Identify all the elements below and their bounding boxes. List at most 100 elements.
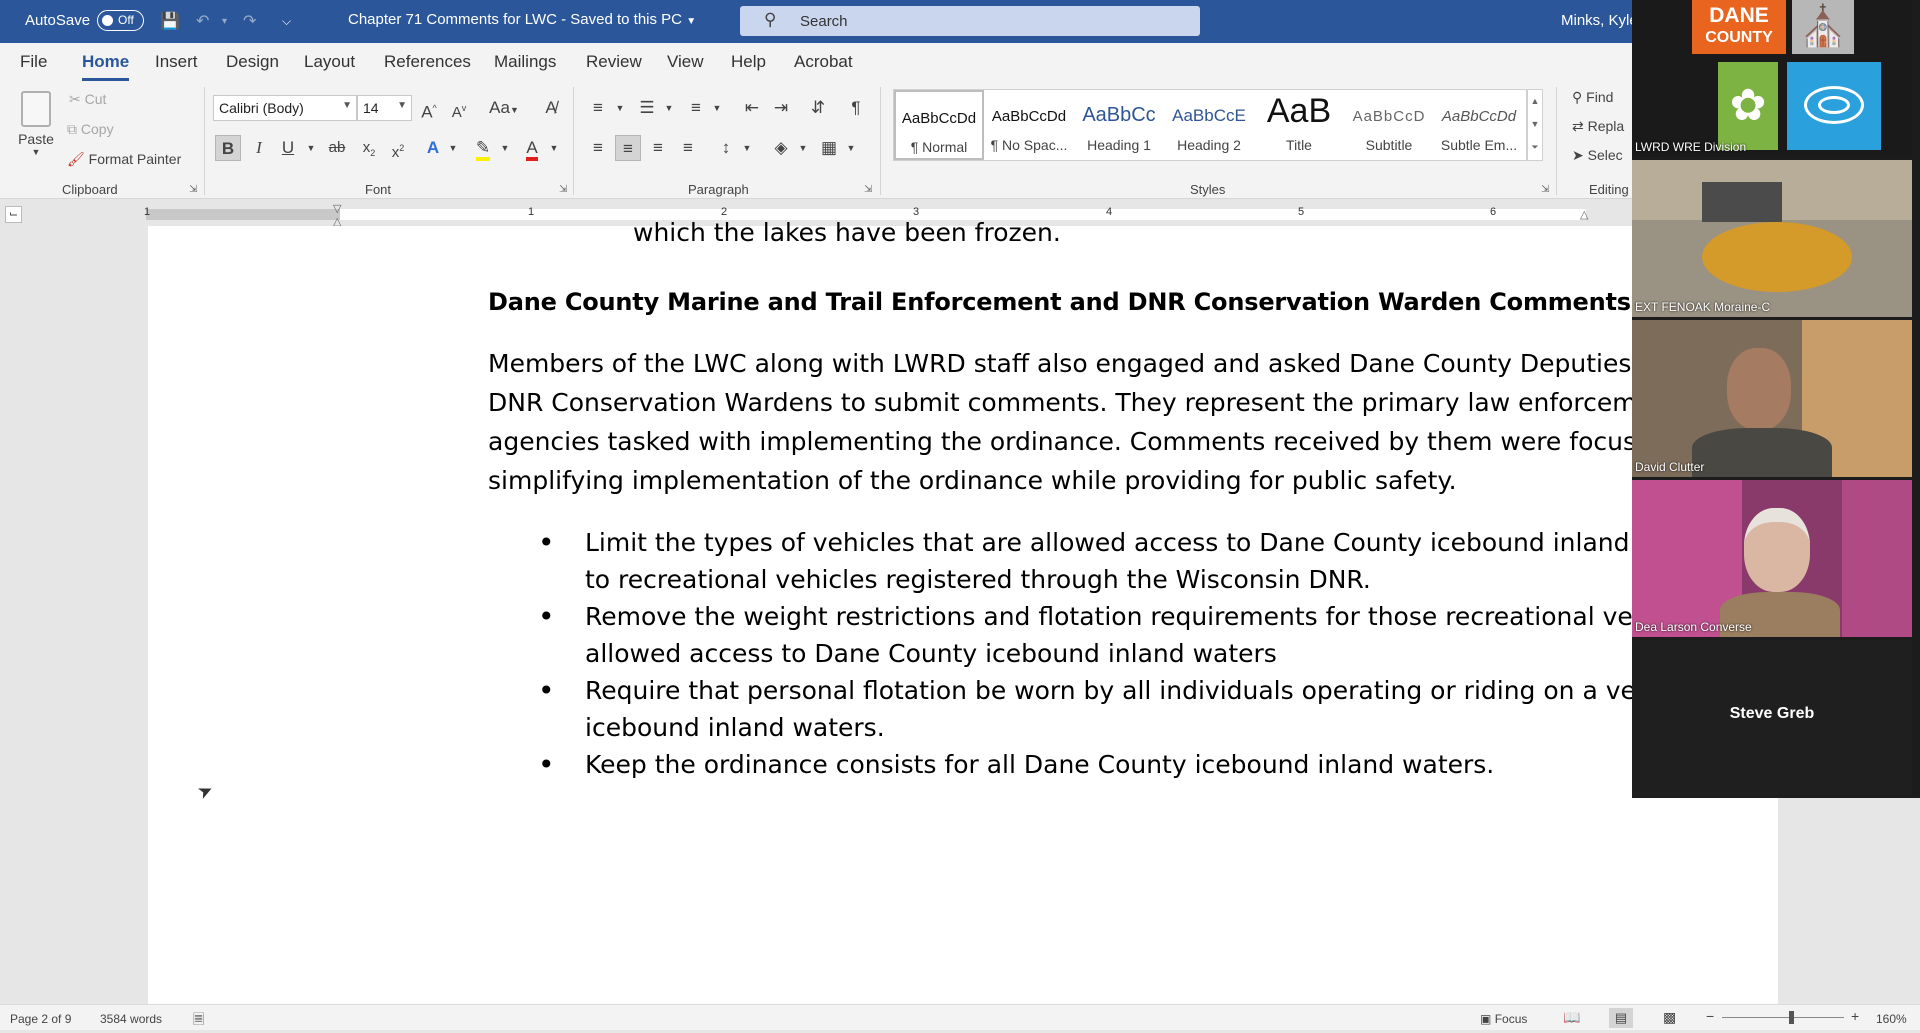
- tab-layout[interactable]: Layout: [304, 52, 355, 72]
- list-item: Require that personal flotation be worn …: [488, 672, 1738, 746]
- style-subtle-emphasis[interactable]: AaBbCcDd Subtle Em...: [1434, 90, 1524, 160]
- chevron-down-icon[interactable]: ▼: [541, 135, 567, 161]
- cut-button[interactable]: ✂ Cut: [69, 91, 106, 108]
- participant-body: [1692, 428, 1832, 477]
- paste-button[interactable]: Paste ▼: [14, 87, 58, 175]
- read-mode-icon[interactable]: 📖: [1563, 1009, 1580, 1026]
- tab-view[interactable]: View: [667, 52, 704, 72]
- chevron-down-icon[interactable]: ▼: [790, 135, 816, 161]
- undo-icon[interactable]: ↶: [196, 11, 209, 31]
- shrink-font-icon[interactable]: Av: [446, 95, 472, 121]
- customize-toolbar-icon[interactable]: ⌵: [282, 14, 291, 29]
- page-count[interactable]: Page 2 of 9: [10, 1012, 71, 1026]
- align-left-icon[interactable]: ≡: [585, 135, 611, 161]
- font-size-select[interactable]: 14 ▼: [357, 95, 412, 121]
- document-page[interactable]: which the lakes have been frozen. Dane C…: [148, 218, 1778, 1004]
- superscript-button[interactable]: x2: [385, 135, 411, 161]
- participant-name: EXT FENOAK Moraine-C: [1635, 300, 1771, 314]
- chevron-down-icon[interactable]: ▼: [440, 135, 466, 161]
- italic-button[interactable]: I: [246, 135, 272, 161]
- redo-icon[interactable]: ↷: [243, 11, 256, 31]
- chevron-down-icon[interactable]: ▼: [298, 135, 324, 161]
- tab-mailings[interactable]: Mailings: [494, 52, 556, 72]
- clipboard-launcher-icon[interactable]: ⇲: [189, 184, 197, 195]
- replace-button[interactable]: ⇄ Repla: [1572, 118, 1624, 135]
- font-launcher-icon[interactable]: ⇲: [559, 184, 567, 195]
- bold-button[interactable]: B: [215, 135, 241, 161]
- chevron-down-icon[interactable]: ▼: [1528, 113, 1542, 136]
- zoom-level[interactable]: 160%: [1876, 1012, 1907, 1026]
- zoom-in-icon[interactable]: +: [1851, 1008, 1859, 1024]
- style-no-spacing[interactable]: AaBbCcDd ¶ No Spac...: [984, 90, 1074, 160]
- style-name: Heading 1: [1087, 137, 1151, 153]
- chevron-down-icon[interactable]: ▼: [838, 135, 864, 161]
- clear-formatting-icon[interactable]: A̸: [538, 95, 564, 121]
- chevron-down-icon[interactable]: ▼: [492, 135, 518, 161]
- indent-marker-icon[interactable]: ▽ △: [333, 202, 341, 228]
- participant-tile[interactable]: Dea Larson Converse: [1632, 480, 1912, 637]
- zoom-out-icon[interactable]: −: [1706, 1008, 1714, 1024]
- cursor-icon: ➤: [1572, 147, 1584, 163]
- increase-indent-icon[interactable]: ⇥: [768, 95, 794, 121]
- strikethrough-button[interactable]: ab: [324, 135, 350, 161]
- tab-file[interactable]: File: [20, 52, 47, 72]
- style-heading-1[interactable]: AaBbCc Heading 1: [1074, 90, 1164, 160]
- styles-gallery-scroll[interactable]: ▲ ▼ ⏷: [1527, 89, 1543, 161]
- print-layout-icon[interactable]: ▤: [1609, 1008, 1633, 1028]
- select-button[interactable]: ➤ Selec: [1572, 147, 1623, 164]
- tab-acrobat[interactable]: Acrobat: [794, 52, 853, 72]
- zoom-slider-thumb[interactable]: [1789, 1011, 1794, 1024]
- participant-tile[interactable]: DANE COUNTY ⛪ ✿ LWRD WRE Division: [1632, 0, 1912, 157]
- style-subtitle[interactable]: AaBbCcD Subtitle: [1344, 90, 1434, 160]
- styles-launcher-icon[interactable]: ⇲: [1541, 184, 1549, 195]
- format-painter-button[interactable]: 🖌 Format Painter: [67, 151, 181, 168]
- tab-selector-icon[interactable]: ⌙: [5, 206, 22, 223]
- font-family-select[interactable]: Calibri (Body) ▼: [213, 95, 357, 121]
- chevron-down-icon[interactable]: ▼: [607, 95, 633, 121]
- copy-button[interactable]: ⧉ Copy: [67, 121, 114, 138]
- style-sample: AaB: [1266, 92, 1332, 130]
- find-button[interactable]: ⚲ Find: [1572, 89, 1613, 106]
- cut-label: Cut: [84, 91, 107, 107]
- decrease-indent-icon[interactable]: ⇤: [739, 95, 765, 121]
- user-name[interactable]: Minks, Kyle: [1561, 12, 1638, 29]
- zoom-slider[interactable]: [1722, 1011, 1844, 1024]
- style-normal[interactable]: AaBbCcDd ¶ Normal: [894, 90, 984, 160]
- tab-review[interactable]: Review: [586, 52, 642, 72]
- grow-font-icon[interactable]: A^: [416, 95, 442, 122]
- participant-tile[interactable]: Steve Greb: [1632, 640, 1912, 797]
- search-box[interactable]: ⚲ Search: [740, 6, 1200, 36]
- save-icon[interactable]: 💾: [160, 11, 180, 31]
- tab-help[interactable]: Help: [731, 52, 766, 72]
- tab-design[interactable]: Design: [226, 52, 279, 72]
- autosave-toggle[interactable]: Off: [97, 10, 144, 31]
- participant-tile[interactable]: David Clutter: [1632, 320, 1912, 477]
- style-heading-2[interactable]: AaBbCcE Heading 2: [1164, 90, 1254, 160]
- ruler-number: 2: [721, 206, 728, 218]
- chevron-up-icon[interactable]: ▲: [1528, 90, 1542, 113]
- proofing-icon[interactable]: 🗏: [193, 1009, 204, 1033]
- chevron-down-icon[interactable]: ▼: [704, 95, 730, 121]
- tab-home[interactable]: Home: [82, 52, 130, 81]
- tab-insert[interactable]: Insert: [155, 52, 198, 72]
- focus-button[interactable]: ▣ Focus: [1480, 1012, 1527, 1026]
- chevron-down-icon[interactable]: ▼: [734, 135, 760, 161]
- paragraph-launcher-icon[interactable]: ⇲: [864, 184, 872, 195]
- sort-icon[interactable]: ⇵: [805, 95, 831, 121]
- pilcrow-icon[interactable]: ¶: [843, 95, 869, 121]
- undo-dropdown-icon[interactable]: ▾: [222, 16, 227, 27]
- web-layout-icon[interactable]: ▩: [1663, 1009, 1676, 1026]
- chevron-down-icon[interactable]: ▼: [656, 95, 682, 121]
- justify-icon[interactable]: ≡: [675, 135, 701, 161]
- change-case-icon[interactable]: Aa▼: [484, 95, 524, 121]
- right-indent-marker-icon[interactable]: △: [1580, 208, 1588, 221]
- word-count[interactable]: 3584 words: [100, 1012, 162, 1026]
- document-title[interactable]: Chapter 71 Comments for LWC - Saved to t…: [348, 11, 696, 28]
- style-title[interactable]: AaB Title: [1254, 90, 1344, 160]
- more-icon[interactable]: ⏷: [1528, 136, 1542, 159]
- tab-references[interactable]: References: [384, 52, 471, 72]
- subscript-button[interactable]: x2: [356, 135, 382, 161]
- participant-tile[interactable]: EXT FENOAK Moraine-C: [1632, 160, 1912, 317]
- align-center-icon[interactable]: ≡: [615, 135, 641, 161]
- align-right-icon[interactable]: ≡: [645, 135, 671, 161]
